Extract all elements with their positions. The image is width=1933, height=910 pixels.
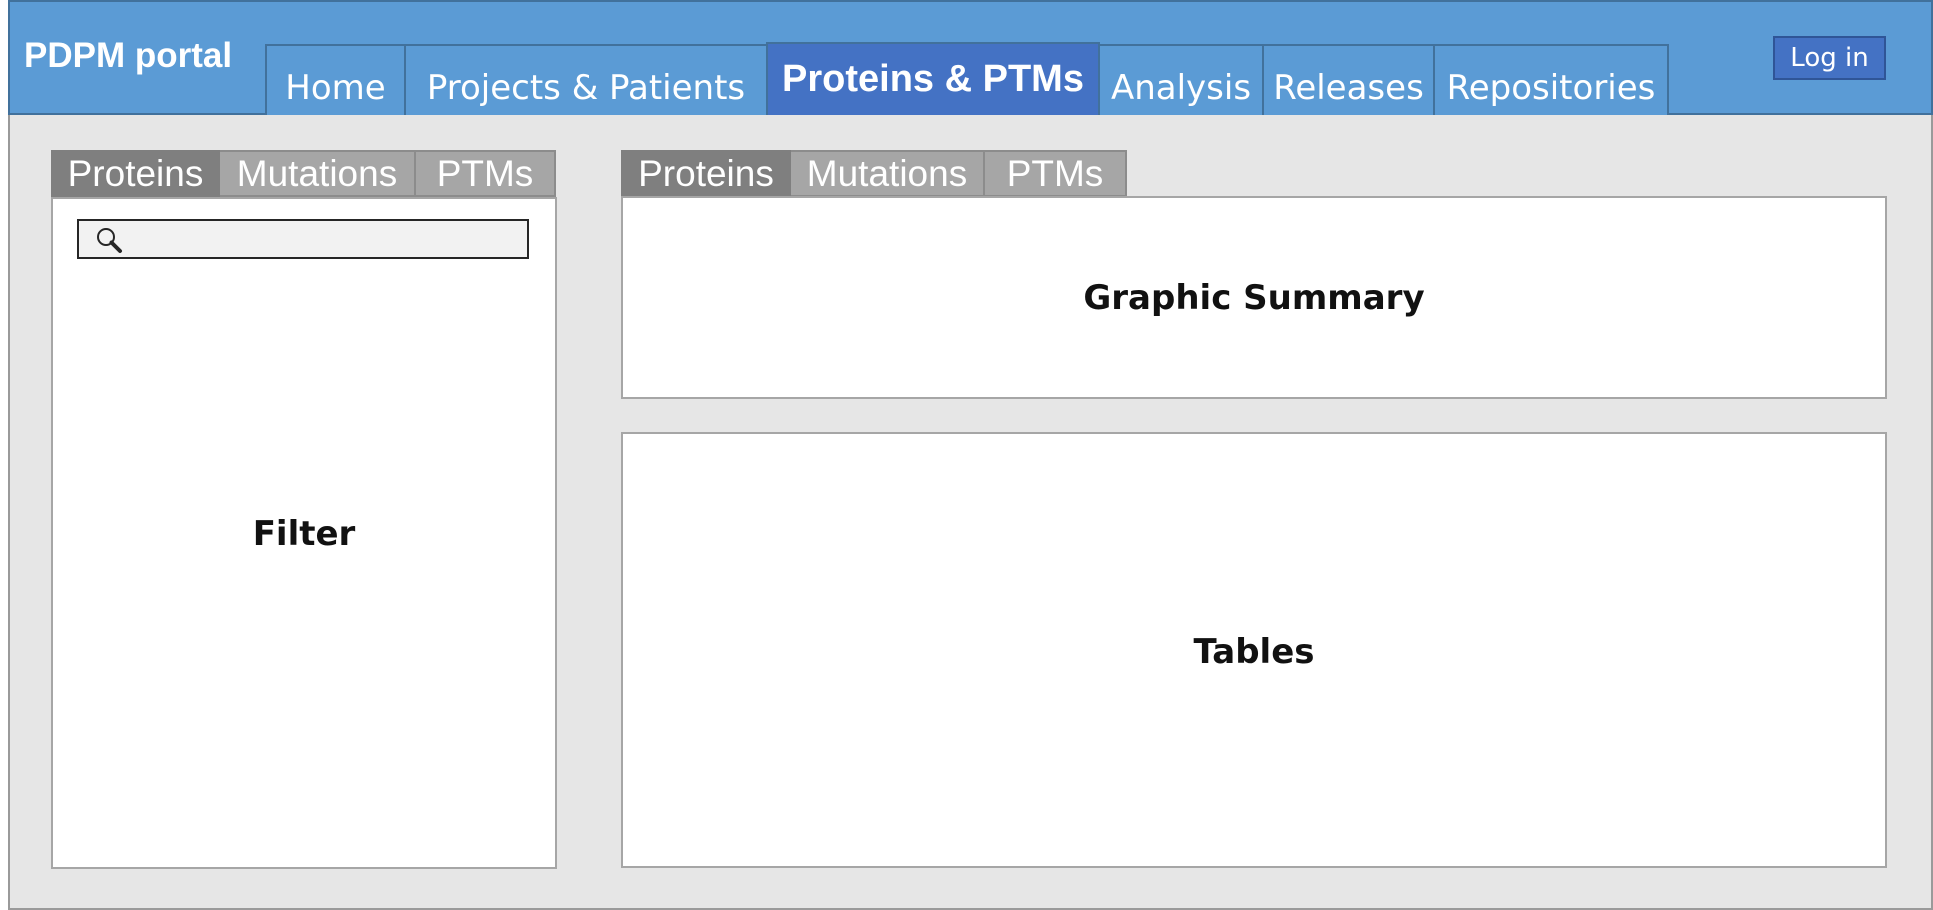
search-input[interactable]: [77, 219, 529, 259]
tables-label: Tables: [1193, 632, 1315, 672]
nav-tab-projects-patients[interactable]: Projects & Patients: [404, 44, 768, 115]
results-tabs: Proteins Mutations PTMs: [621, 150, 1127, 197]
brand-title: PDPM portal: [24, 36, 233, 75]
login-button[interactable]: Log in: [1773, 36, 1886, 80]
filter-tab-ptms[interactable]: PTMs: [416, 150, 556, 197]
search-icon: [97, 228, 122, 253]
filter-tab-mutations[interactable]: Mutations: [220, 150, 416, 197]
nav-tab-releases[interactable]: Releases: [1262, 44, 1435, 115]
nav-tab-home[interactable]: Home: [265, 44, 406, 115]
graphic-summary-label: Graphic Summary: [1083, 278, 1425, 318]
filter-tab-proteins[interactable]: Proteins: [51, 150, 220, 197]
results-tab-mutations[interactable]: Mutations: [791, 150, 985, 197]
nav-tab-repositories[interactable]: Repositories: [1433, 44, 1669, 115]
results-tab-proteins[interactable]: Proteins: [621, 150, 791, 197]
filter-panel: Filter: [51, 197, 557, 869]
nav-tab-analysis[interactable]: Analysis: [1098, 44, 1264, 115]
graphic-summary-panel: Graphic Summary: [621, 196, 1887, 399]
nav-tab-proteins-ptms[interactable]: Proteins & PTMs: [766, 42, 1100, 115]
filter-tabs: Proteins Mutations PTMs: [51, 150, 556, 197]
tables-panel: Tables: [621, 432, 1887, 868]
results-tab-ptms[interactable]: PTMs: [985, 150, 1127, 197]
filter-label: Filter: [252, 514, 356, 554]
